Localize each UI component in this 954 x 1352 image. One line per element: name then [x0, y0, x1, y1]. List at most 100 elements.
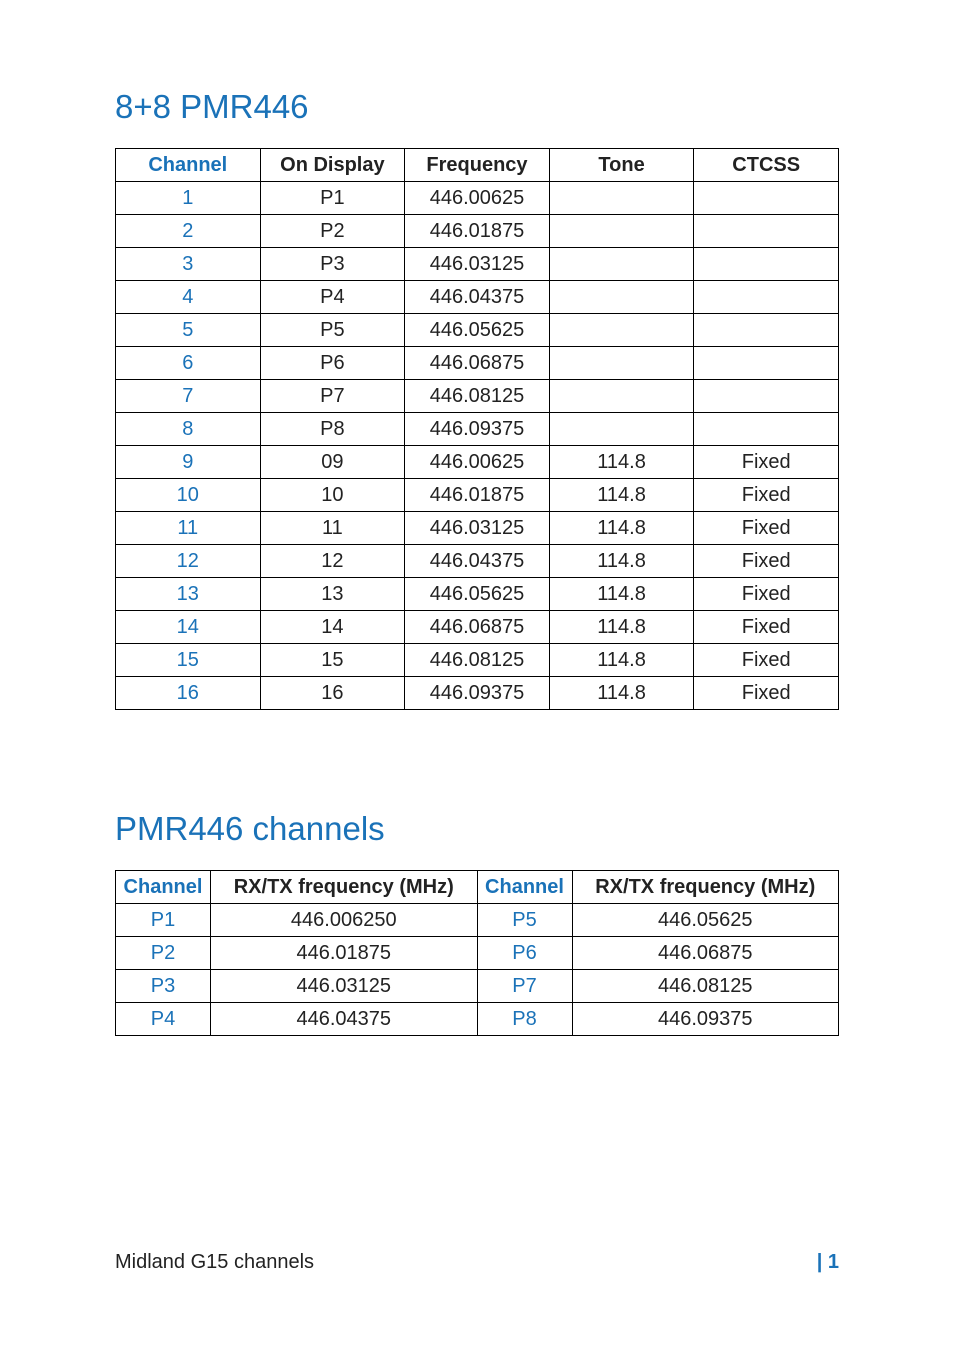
cell-frequency: 446.03125: [405, 248, 550, 281]
cell-channel: 6: [116, 347, 261, 380]
table-row: P2446.01875P6446.06875: [116, 937, 839, 970]
cell-channel: 1: [116, 182, 261, 215]
table-row: 1515446.08125114.8Fixed: [116, 644, 839, 677]
cell-frequency: 446.08125: [405, 644, 550, 677]
cell-ctcss: Fixed: [694, 545, 839, 578]
table-row: P1446.006250P5446.05625: [116, 904, 839, 937]
cell-frequency: 446.06875: [405, 611, 550, 644]
cell-ctcss: Fixed: [694, 479, 839, 512]
cell-channel: P3: [116, 970, 211, 1003]
cell-frequency: 446.08125: [572, 970, 839, 1003]
cell-frequency: 446.01875: [211, 937, 478, 970]
cell-frequency: 446.03125: [405, 512, 550, 545]
table-row: 1010446.01875114.8Fixed: [116, 479, 839, 512]
cell-display: 11: [260, 512, 405, 545]
cell-tone: 114.8: [549, 512, 694, 545]
cell-display: P6: [260, 347, 405, 380]
cell-channel: 16: [116, 677, 261, 710]
cell-ctcss: Fixed: [694, 644, 839, 677]
cell-ctcss: Fixed: [694, 677, 839, 710]
table-row: 1212446.04375114.8Fixed: [116, 545, 839, 578]
cell-channel: 9: [116, 446, 261, 479]
table-row: 6P6446.06875: [116, 347, 839, 380]
cell-tone: 114.8: [549, 479, 694, 512]
table-row: 3P3446.03125: [116, 248, 839, 281]
footer-page-number: 1: [828, 1251, 839, 1273]
cell-channel: 3: [116, 248, 261, 281]
cell-frequency: 446.09375: [405, 413, 550, 446]
th-channel: Channel: [477, 871, 572, 904]
cell-channel: 14: [116, 611, 261, 644]
cell-tone: 114.8: [549, 446, 694, 479]
cell-channel: 5: [116, 314, 261, 347]
table-row: 8P8446.09375: [116, 413, 839, 446]
cell-channel: 13: [116, 578, 261, 611]
cell-tone: 114.8: [549, 677, 694, 710]
cell-display: P7: [260, 380, 405, 413]
th-channel: Channel: [116, 149, 261, 182]
table-header-row: Channel RX/TX frequency (MHz) Channel RX…: [116, 871, 839, 904]
cell-tone: [549, 314, 694, 347]
page-footer: Midland G15 channels | 1: [115, 1251, 839, 1274]
section1-title: 8+8 PMR446: [115, 88, 839, 126]
cell-ctcss: [694, 182, 839, 215]
cell-display: 13: [260, 578, 405, 611]
cell-ctcss: [694, 215, 839, 248]
table-row: 7P7446.08125: [116, 380, 839, 413]
table-row: 1313446.05625114.8Fixed: [116, 578, 839, 611]
table-row: 1P1446.00625: [116, 182, 839, 215]
th-on-display: On Display: [260, 149, 405, 182]
cell-channel: P5: [477, 904, 572, 937]
cell-frequency: 446.00625: [405, 446, 550, 479]
cell-channel: P1: [116, 904, 211, 937]
cell-ctcss: [694, 380, 839, 413]
cell-ctcss: [694, 281, 839, 314]
cell-channel: 2: [116, 215, 261, 248]
table-row: 1111446.03125114.8Fixed: [116, 512, 839, 545]
cell-display: 10: [260, 479, 405, 512]
cell-ctcss: Fixed: [694, 578, 839, 611]
cell-frequency: 446.05625: [405, 578, 550, 611]
cell-display: 14: [260, 611, 405, 644]
table-row: 1414446.06875114.8Fixed: [116, 611, 839, 644]
cell-tone: [549, 413, 694, 446]
footer-right: | 1: [817, 1251, 839, 1274]
table-header-row: Channel On Display Frequency Tone CTCSS: [116, 149, 839, 182]
cell-display: P2: [260, 215, 405, 248]
th-channel: Channel: [116, 871, 211, 904]
cell-channel: P2: [116, 937, 211, 970]
cell-frequency: 446.06875: [405, 347, 550, 380]
cell-frequency: 446.04375: [405, 281, 550, 314]
cell-frequency: 446.06875: [572, 937, 839, 970]
cell-display: P8: [260, 413, 405, 446]
cell-tone: 114.8: [549, 611, 694, 644]
cell-channel: P7: [477, 970, 572, 1003]
cell-tone: [549, 182, 694, 215]
cell-frequency: 446.09375: [405, 677, 550, 710]
cell-channel: 4: [116, 281, 261, 314]
cell-channel: P6: [477, 937, 572, 970]
cell-ctcss: Fixed: [694, 446, 839, 479]
cell-channel: 15: [116, 644, 261, 677]
th-rxtx: RX/TX frequency (MHz): [211, 871, 478, 904]
cell-channel: P8: [477, 1003, 572, 1036]
cell-frequency: 446.00625: [405, 182, 550, 215]
table-pmr446-channels: Channel RX/TX frequency (MHz) Channel RX…: [115, 870, 839, 1036]
cell-channel: 7: [116, 380, 261, 413]
footer-sep: |: [817, 1251, 828, 1273]
th-frequency: Frequency: [405, 149, 550, 182]
cell-channel: 11: [116, 512, 261, 545]
cell-ctcss: [694, 248, 839, 281]
cell-tone: [549, 380, 694, 413]
cell-channel: P4: [116, 1003, 211, 1036]
cell-ctcss: Fixed: [694, 512, 839, 545]
cell-frequency: 446.05625: [405, 314, 550, 347]
table-8plus8: Channel On Display Frequency Tone CTCSS …: [115, 148, 839, 710]
cell-ctcss: Fixed: [694, 611, 839, 644]
cell-ctcss: [694, 314, 839, 347]
cell-display: 09: [260, 446, 405, 479]
cell-display: P5: [260, 314, 405, 347]
cell-channel: 12: [116, 545, 261, 578]
cell-frequency: 446.006250: [211, 904, 478, 937]
cell-frequency: 446.03125: [211, 970, 478, 1003]
